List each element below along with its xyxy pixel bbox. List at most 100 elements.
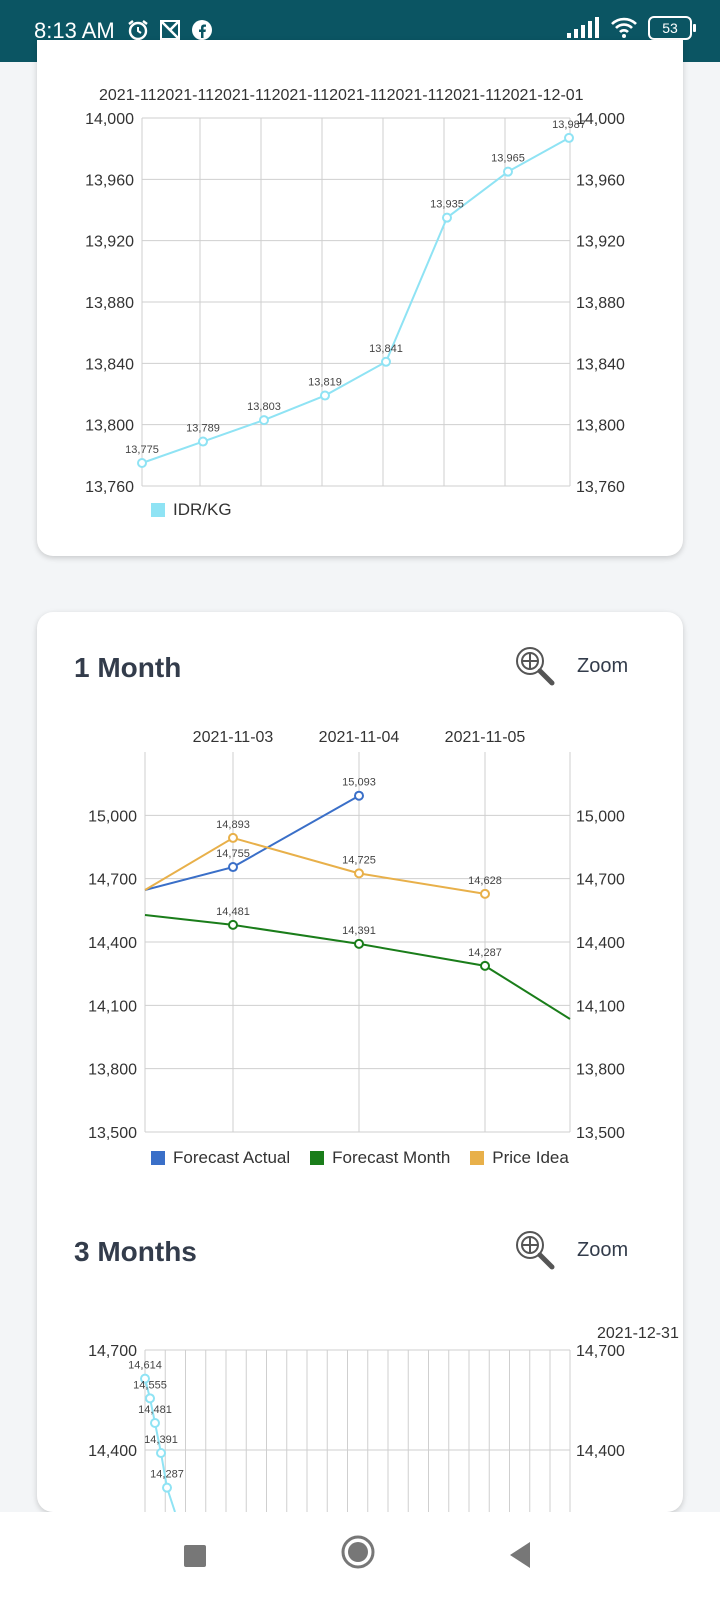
app-icon [160,20,180,40]
y-tick-label-right: 13,880 [576,295,625,312]
y-tick-label-right: 13,920 [576,234,625,251]
data-point [198,436,208,447]
legend-label: Forecast Actual [173,1148,291,1167]
x-tick-labels: 2021-112021-112021-112021-112021-112021-… [99,87,584,104]
y-tick-label-right: 13,800 [576,418,625,435]
data-label: 14,481 [138,1404,172,1416]
data-label: 13,789 [186,423,220,435]
three-months-title: 3 Months [74,1236,197,1267]
series-line [144,836,486,895]
x-tick-label: 2021-11-03 [193,729,274,746]
y-tick-label-left: 13,920 [85,234,134,251]
legend-label: Forecast Month [332,1148,451,1167]
daily-price-card: 14,000 14,000 13,960 13,960 13,920 13,920 13,8… [37,40,683,556]
y-tick-label-left: 13,500 [88,1125,137,1142]
y-tick-label-right: 13,840 [576,356,625,373]
legend-item: Forecast Month [310,1148,450,1168]
notification-icons [126,18,214,42]
y-tick-label-left: 13,840 [85,356,134,373]
y-tick-label-right: 14,100 [576,998,625,1015]
y-tick-label-left: 13,800 [88,1062,137,1079]
y-tick-label-right: 13,760 [576,479,625,496]
data-point [137,458,147,468]
alarm-icon [128,20,148,41]
data-point [228,919,238,930]
one-month-legend: Forecast Actual Forecast Month Price Idea [151,1148,577,1168]
chart-legend: IDR/KG [151,500,240,520]
data-point [228,832,238,843]
data-label: 14,391 [144,1434,178,1446]
data-label: 13,935 [430,199,464,211]
data-label: 14,555 [133,1379,167,1391]
data-point [480,888,490,899]
y-tick-label-left: 14,700 [88,1343,137,1360]
data-point [145,1393,155,1404]
y-tick-label-left: 14,000 [85,111,134,128]
legend-swatch [151,1151,165,1165]
zoom-label: Zoom [577,654,629,677]
data-label: 13,819 [308,377,342,389]
x-tick-label: 2021-11-05 [445,729,526,746]
navigation-bar [0,1512,720,1600]
data-label: 13,987 [552,119,586,131]
y-tick-label-left: 14,100 [88,998,137,1015]
legend-swatch [310,1151,325,1165]
x-tick-label-last: 2021-12-31 [597,1325,679,1342]
wifi-icon [611,17,637,38]
data-point [480,960,490,971]
data-label: 14,287 [468,947,502,959]
zoom-magnifier-icon [516,1231,555,1270]
y-tick-label-left: 14,400 [88,935,137,952]
idr-kg-line-chart: 14,000 14,00013,960 13,96013,920 13,92013,8… [85,87,625,496]
data-label: 13,841 [369,343,403,355]
y-tick-label-left: 15,000 [88,808,137,825]
legend-label: Price Idea [492,1148,569,1167]
recent-apps-button[interactable] [183,1544,207,1568]
legend-item: Forecast Actual [151,1148,290,1168]
y-tick-label-left: 13,880 [85,295,134,312]
y-tick-label-right: 13,800 [576,1062,625,1079]
zoom-label: Zoom [577,1238,629,1261]
y-tick-label-right: 14,400 [576,1443,625,1460]
forecast-card: 1 Month Zoom 15,000 15,000 14,700 14,700 14,… [37,612,683,1560]
data-label: 13,803 [247,401,281,413]
zoom-magnifier-icon [516,647,555,686]
data-point [162,1482,172,1493]
legend-label: IDR/KG [173,500,232,519]
three-months-line-chart: 14,70014,70014,40014,40014,10014,10014,6… [88,1325,679,1560]
y-tick-label-right: 13,500 [576,1125,625,1142]
data-point [354,868,364,879]
data-point [354,938,364,949]
y-tick-label-left: 13,960 [85,172,134,189]
home-button[interactable] [340,1534,376,1570]
one-month-title: 1 Month [74,652,182,683]
data-point [259,415,269,426]
y-tick-label-right: 14,700 [576,1343,625,1360]
data-label: 14,481 [216,906,250,918]
data-label: 14,893 [216,819,250,831]
legend-item: Price Idea [470,1148,569,1168]
data-label: 14,287 [150,1469,184,1481]
battery-level: 53 [662,20,678,36]
x-tick-label: 2021-11-04 [319,729,400,746]
data-point [503,166,513,177]
data-label: 14,755 [216,848,250,860]
data-point [228,862,238,873]
data-point [150,1418,160,1428]
signal-icon [567,17,599,38]
data-point [381,356,391,367]
data-point [320,390,330,401]
data-label: 14,628 [468,875,502,887]
data-label: 14,614 [128,1360,162,1372]
data-point [564,132,574,143]
back-button[interactable] [506,1540,532,1570]
y-tick-label-left: 13,760 [85,479,134,496]
three-months-zoom-button[interactable]: Zoom [511,1226,628,1274]
data-label: 14,391 [342,925,376,937]
one-month-line-chart: 15,000 15,000 14,700 14,700 14,400 14,400 14,1… [88,729,625,1142]
y-tick-label-left: 14,400 [88,1443,137,1460]
data-label: 15,093 [342,777,376,789]
legend-swatch [151,503,165,517]
y-tick-label-right: 13,960 [576,172,625,189]
one-month-zoom-button[interactable]: Zoom [511,642,628,690]
